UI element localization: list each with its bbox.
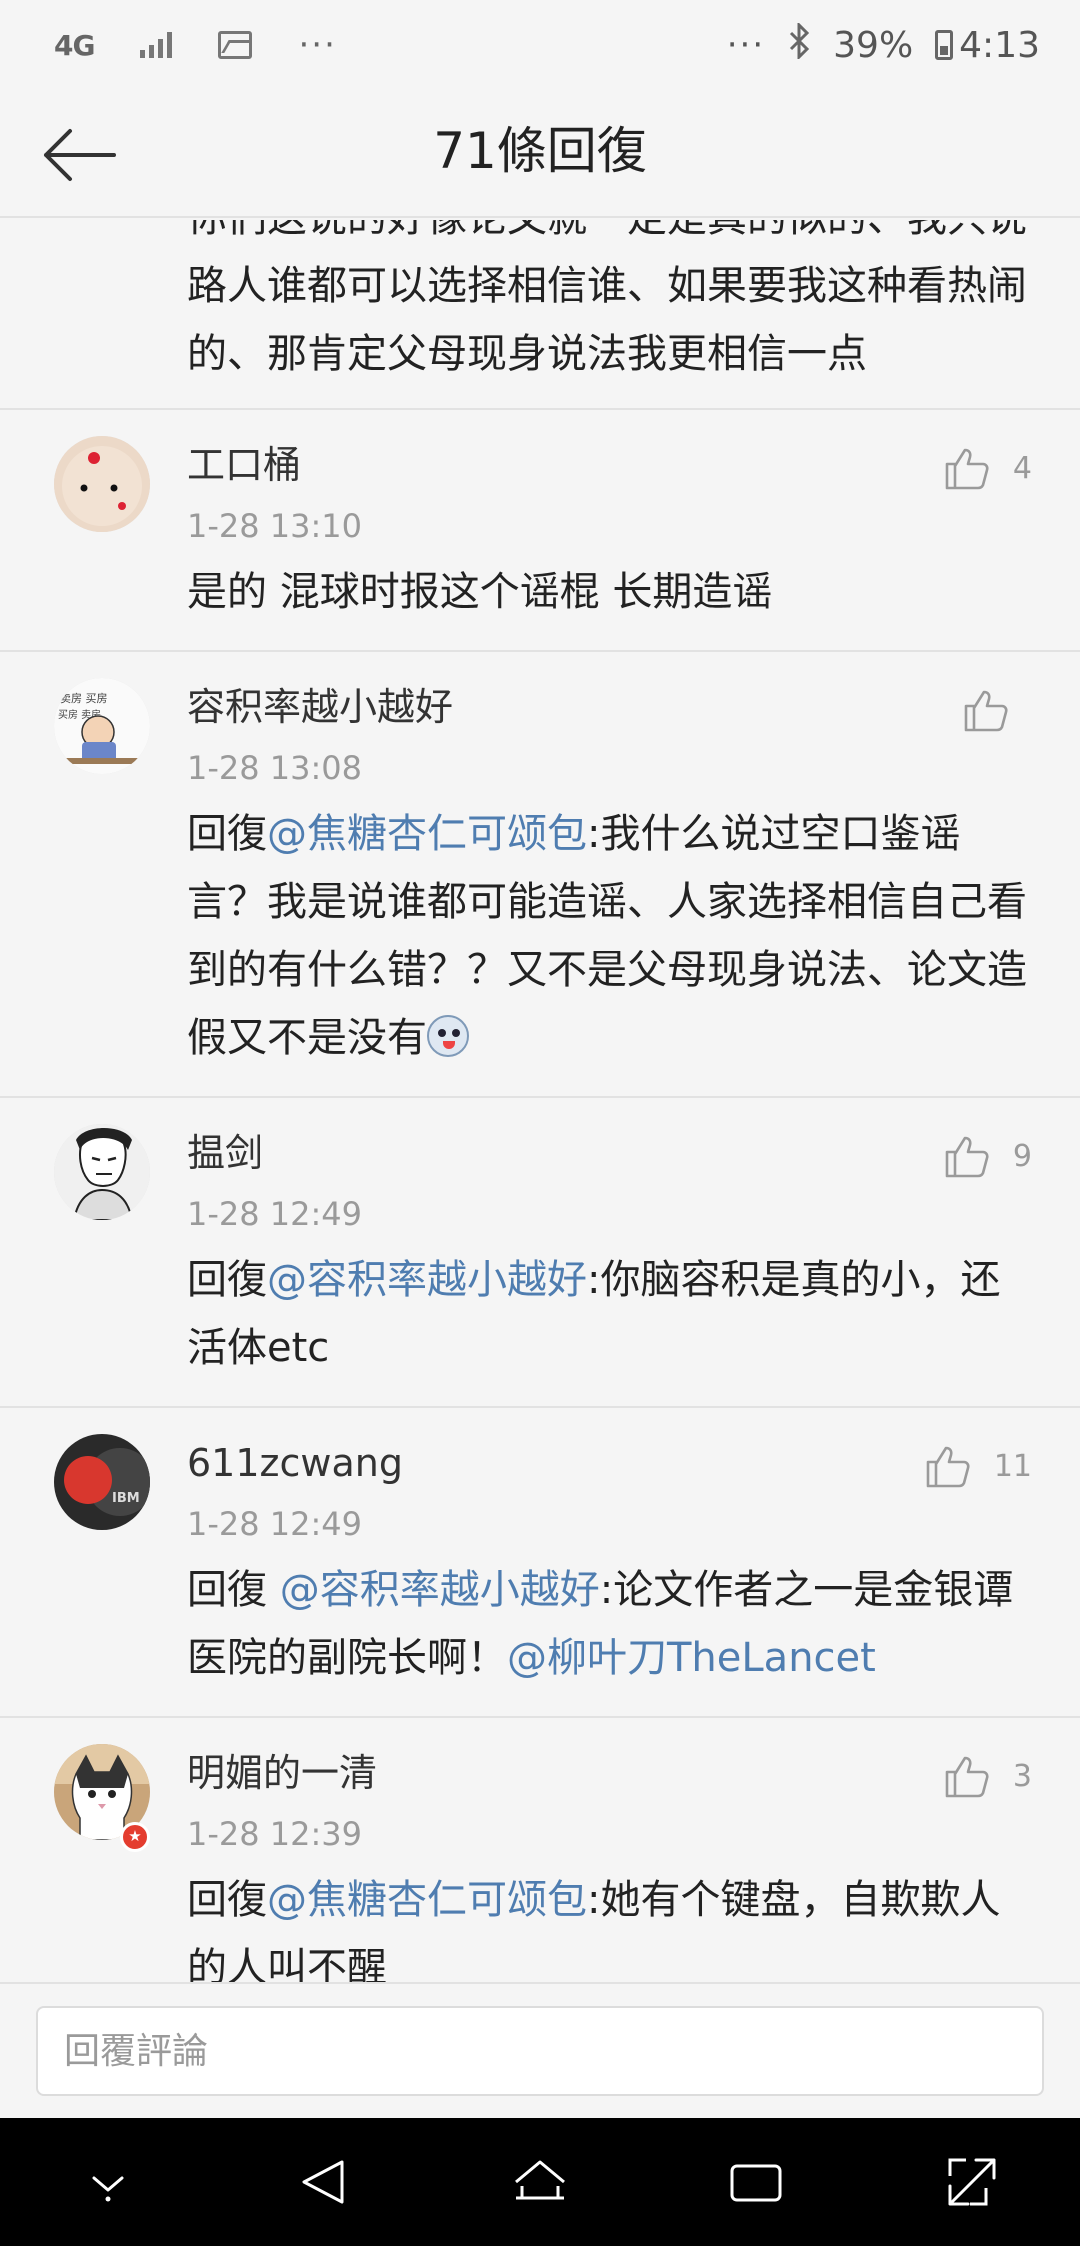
comment-text: 回復@焦糖杏仁可颂包:我什么说过空口鉴谣言？我是说谁都可能造谣、人家选择相信自己… (187, 800, 1032, 1072)
mention-link[interactable]: @焦糖杏仁可颂包 (267, 811, 587, 857)
clock: 4:13 (959, 24, 1040, 66)
header: 71條回復 (0, 90, 1080, 218)
signal-icon (140, 32, 173, 58)
verified-badge-icon: ★ (120, 1822, 150, 1852)
thumbs-up-icon (945, 1136, 989, 1178)
like-button[interactable]: 4 (943, 444, 1032, 492)
comment-text: 是的 混球时报这个谣棍 长期造谣 (187, 558, 1032, 626)
thumbs-up-icon (945, 1756, 989, 1798)
comment-text: 回復@容积率越小越好:你脑容积是真的小，还活体etc (187, 1246, 1032, 1382)
nav-expand-button[interactable] (917, 2127, 1027, 2237)
comment-author[interactable]: 揾剑 (187, 1120, 1032, 1186)
comment-time: 1-28 12:49 (187, 1195, 363, 1233)
svg-text:卖房 买房: 卖房 买房 (60, 692, 108, 705)
comment-time: 1-28 13:10 (187, 507, 363, 545)
like-count: 3 (1012, 1758, 1032, 1794)
mention-link[interactable]: @容积率越小越好 (267, 1257, 587, 1303)
comment-author[interactable]: 工口桶 (187, 432, 1032, 498)
nav-recents-button[interactable] (701, 2127, 811, 2237)
page-title: 71條回復 (433, 122, 647, 180)
svg-text:IBM: IBM (112, 1491, 140, 1506)
reply-prefix: 回復 (187, 1257, 267, 1303)
thumbs-up-icon (964, 690, 1008, 732)
comment-time: 1-28 12:39 (187, 1815, 363, 1853)
avatar[interactable] (54, 436, 150, 532)
status-bar: 4G ··· ··· 39% 4:13 (0, 0, 1080, 90)
bluetooth-icon (787, 20, 811, 68)
comment-author[interactable]: 明媚的一清 (187, 1740, 1032, 1806)
system-nav-bar (0, 2118, 1080, 2246)
comment-item[interactable]: ★ 明媚的一清 1-28 12:39 回復@焦糖杏仁可颂包:她有个键盘，自欺欺人… (0, 1718, 1080, 1982)
image-icon (218, 31, 253, 59)
mention-link[interactable]: @焦糖杏仁可颂包 (267, 1877, 587, 1923)
more-notifications-icon: ··· (298, 25, 337, 65)
avatar[interactable]: 卖房 买房 买房 卖房 (54, 678, 150, 774)
reply-prefix: 回復 (187, 811, 267, 857)
recents-icon (730, 2164, 782, 2202)
mention-link[interactable]: @容积率越小越好 (280, 1567, 600, 1613)
avatar[interactable]: IBM (54, 1434, 150, 1530)
emoji-icon (427, 1015, 469, 1057)
reply-input[interactable] (36, 2006, 1044, 2096)
nav-back-button[interactable] (269, 2127, 379, 2237)
comment-time: 1-28 13:08 (187, 749, 363, 787)
like-count: 11 (993, 1448, 1032, 1484)
like-button[interactable] (962, 686, 1032, 734)
more-status-icon: ··· (726, 25, 766, 65)
like-button[interactable]: 3 (943, 1752, 1032, 1800)
nav-home-button[interactable] (485, 2127, 595, 2237)
comment-author[interactable]: 611zcwang (187, 1430, 1032, 1496)
reply-bar (0, 1982, 1080, 2118)
battery-percent: 39% (833, 24, 914, 66)
back-arrow-icon (44, 129, 116, 181)
expand-icon (948, 2158, 996, 2206)
avatar[interactable] (54, 1124, 150, 1220)
comment-text: 回復 @容积率越小越好:论文作者之一是金银谭医院的副院长啊！@柳叶刀TheLan… (187, 1556, 1032, 1692)
mention-link-lancet[interactable]: @柳叶刀TheLancet (507, 1635, 876, 1681)
comment-author[interactable]: 容积率越小越好 (187, 674, 1032, 740)
back-button[interactable] (40, 120, 120, 190)
thumbs-up-icon (945, 448, 989, 490)
network-type: 4G (54, 28, 95, 62)
home-icon (515, 2160, 565, 2200)
thumbs-up-icon (926, 1446, 970, 1488)
comment-item[interactable]: 工口桶 1-28 13:10 是的 混球时报这个谣棍 长期造谣 4 (0, 410, 1080, 652)
like-button[interactable]: 9 (943, 1132, 1032, 1180)
comment-list[interactable]: 你们这说的好像论文就一定是真的似的、我只说路人谁都可以选择相信谁、如果要我这种看… (0, 220, 1080, 1982)
comment-time: 1-28 12:49 (187, 1505, 363, 1543)
comment-body: 是的 混球时报这个谣棍 长期造谣 (187, 569, 773, 615)
comment-item[interactable]: IBM 611zcwang 1-28 12:49 回復 @容积率越小越好:论文作… (0, 1408, 1080, 1718)
comment-item[interactable]: 揾剑 1-28 12:49 回復@容积率越小越好:你脑容积是真的小，还活体etc… (0, 1098, 1080, 1408)
comment-text: 回復@焦糖杏仁可颂包:她有个键盘，自欺欺人的人叫不醒 (187, 1866, 1032, 1982)
like-count: 9 (1012, 1138, 1032, 1174)
chevron-down-icon (92, 2176, 124, 2202)
reply-prefix: 回復 (187, 1877, 267, 1923)
like-count: 4 (1012, 450, 1032, 486)
triangle-back-icon (302, 2160, 344, 2204)
battery-icon (935, 30, 954, 60)
nav-hide-keyboard-button[interactable] (53, 2127, 163, 2237)
reply-prefix: 回復 (187, 1567, 280, 1613)
partial-comment-text: 你们这说的好像论文就一定是真的似的、我只说路人谁都可以选择相信谁、如果要我这种看… (0, 220, 1080, 410)
like-button[interactable]: 11 (924, 1442, 1032, 1490)
comment-item[interactable]: 卖房 买房 买房 卖房 容积率越小越好 1-28 13:08 回復@焦糖杏仁可颂… (0, 652, 1080, 1098)
